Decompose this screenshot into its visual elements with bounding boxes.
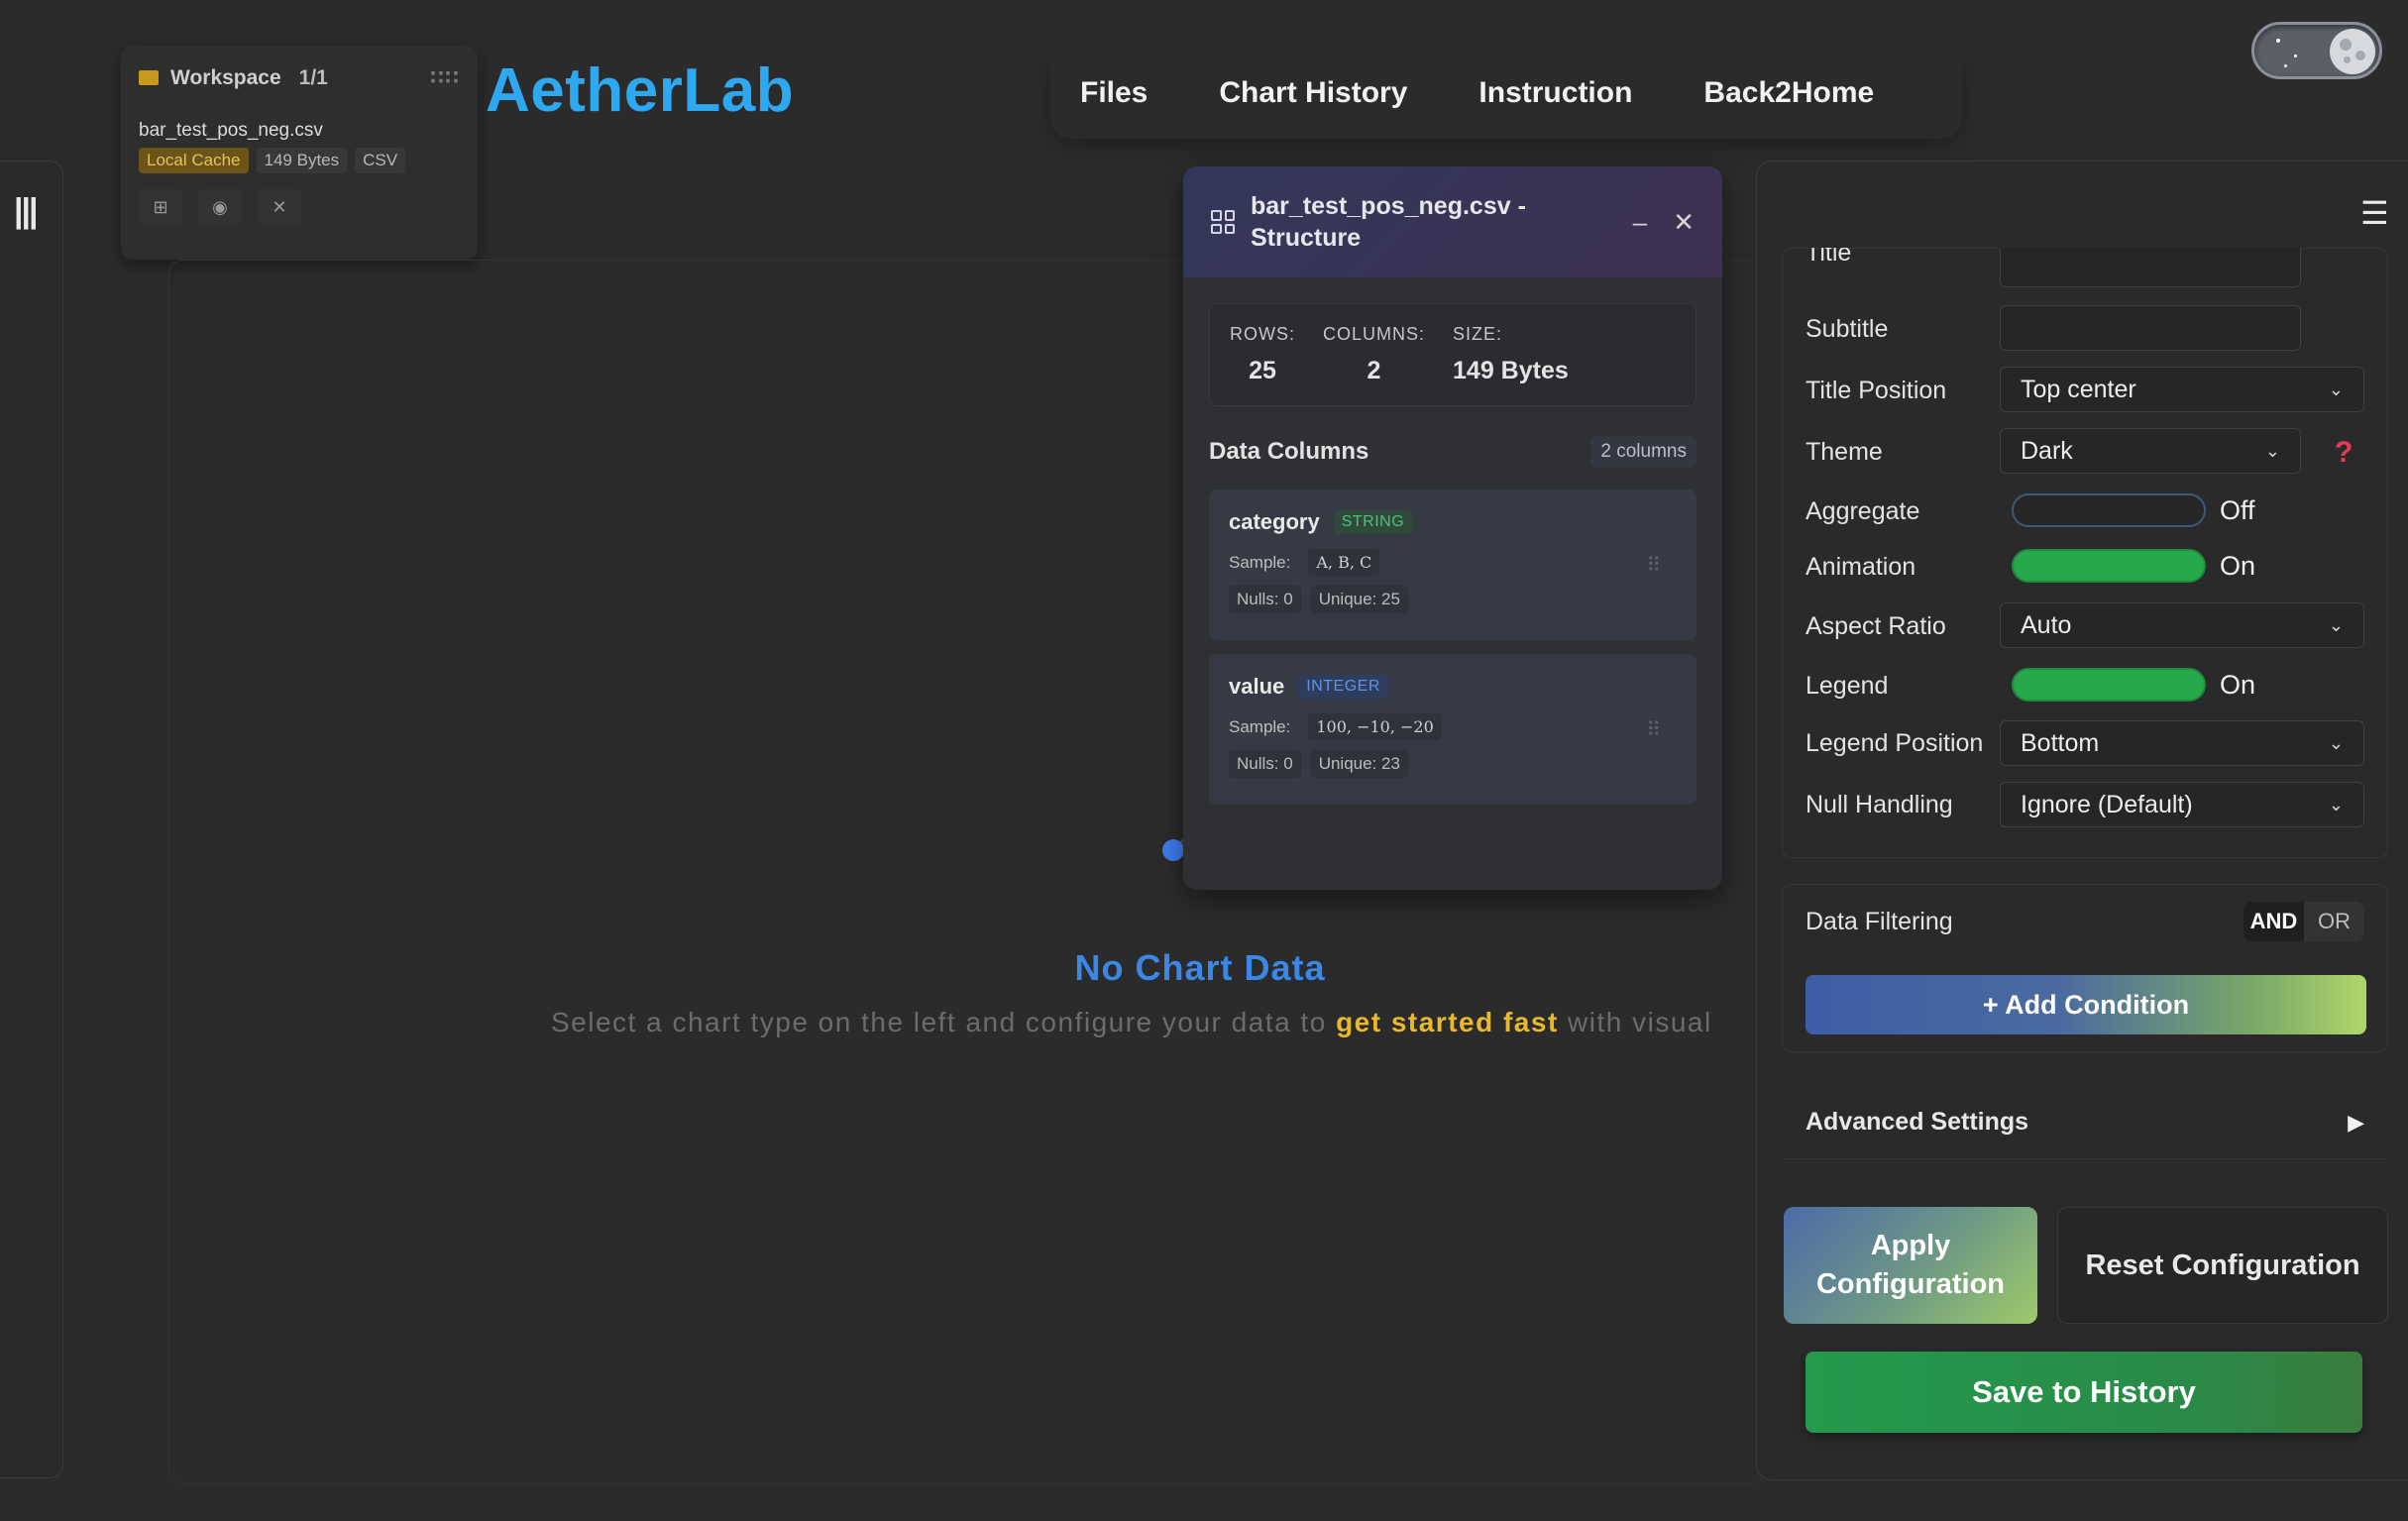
workspace-header: Workspace 1/1 ∷∷	[139, 65, 460, 90]
animation-label: Animation	[1806, 553, 1916, 581]
theme-label: Theme	[1806, 438, 1883, 466]
data-columns-heading: Data Columns	[1209, 438, 1369, 465]
title-position-select[interactable]: Top center ⌄	[2000, 367, 2364, 412]
advanced-settings-toggle[interactable]: Advanced Settings ▶	[1782, 1086, 2388, 1159]
drag-handle-icon[interactable]: ⠿	[1646, 717, 1661, 742]
minimize-icon[interactable]: –	[1633, 207, 1647, 238]
chevron-down-icon: ⌄	[2328, 732, 2344, 753]
close-icon[interactable]: ✕	[1673, 207, 1695, 238]
column-type-badge: STRING	[1333, 510, 1413, 534]
file-size-badge: 149 Bytes	[256, 148, 348, 173]
top-nav: Files Chart History Instruction Back2Hom…	[1080, 61, 1874, 125]
empty-state-subtitle: Select a chart type on the left and conf…	[551, 1007, 1712, 1037]
aggregate-toggle[interactable]	[2012, 493, 2206, 527]
nav-files[interactable]: Files	[1080, 76, 1148, 110]
apply-configuration-button[interactable]: Apply Configuration	[1784, 1207, 2037, 1324]
data-filtering-label: Data Filtering	[1806, 908, 1953, 935]
grid-icon	[1211, 210, 1235, 234]
grid-icon[interactable]: ⊞	[139, 189, 182, 225]
title-input[interactable]	[2000, 248, 2301, 287]
legend-toggle[interactable]	[2012, 668, 2206, 702]
aggregate-state: Off	[2220, 495, 2255, 525]
title-label: Title	[1806, 248, 1852, 264]
workspace-panel: Workspace 1/1 ∷∷ bar_test_pos_neg.csv Lo…	[121, 46, 478, 260]
advanced-settings-label: Advanced Settings	[1806, 1108, 2029, 1136]
legend-position-label: Legend Position	[1806, 729, 1984, 757]
help-icon[interactable]: ?	[2335, 436, 2353, 470]
aspect-ratio-select[interactable]: Auto ⌄	[2000, 602, 2364, 648]
nav-chart-history[interactable]: Chart History	[1219, 76, 1407, 110]
columns-count-badge: 2 columns	[1590, 436, 1697, 468]
chevron-down-icon: ⌄	[2328, 614, 2344, 635]
nulls-count: Nulls: 0	[1229, 750, 1301, 778]
structure-header[interactable]: bar_test_pos_neg.csv - Structure – ✕	[1183, 166, 1722, 277]
null-handling-select[interactable]: Ignore (Default) ⌄	[2000, 782, 2364, 827]
legend-state: On	[2220, 670, 2256, 700]
left-sidebar-rail	[0, 161, 63, 1478]
close-icon[interactable]: ✕	[258, 189, 301, 225]
moon-icon	[2330, 29, 2375, 74]
legend-position-select[interactable]: Bottom ⌄	[2000, 720, 2364, 766]
aspect-ratio-label: Aspect Ratio	[1806, 612, 1946, 640]
file-stats: ROWS: 25 COLUMNS: 2 SIZE: 149 Bytes	[1209, 303, 1697, 406]
column-card-value[interactable]: value INTEGER Sample: 100, −10, −20 Null…	[1209, 654, 1697, 805]
or-option[interactable]: OR	[2304, 902, 2364, 941]
chevron-down-icon: ⌄	[2264, 440, 2280, 461]
workspace-file-name[interactable]: bar_test_pos_neg.csv	[139, 120, 460, 142]
reset-configuration-button[interactable]: Reset Configuration	[2057, 1207, 2388, 1324]
animation-toggle[interactable]	[2012, 549, 2206, 583]
eye-icon[interactable]: ◉	[198, 189, 242, 225]
structure-panel: bar_test_pos_neg.csv - Structure – ✕ ROW…	[1183, 166, 1722, 890]
brand-logo[interactable]: AetherLab	[486, 55, 794, 126]
sample-values: A, B, C	[1308, 549, 1380, 576]
menu-icon[interactable]: ☰	[2360, 194, 2389, 232]
save-to-history-button[interactable]: Save to History	[1806, 1352, 2362, 1433]
and-or-switch[interactable]: AND OR	[2244, 902, 2364, 941]
nulls-count: Nulls: 0	[1229, 586, 1301, 613]
unique-count: Unique: 25	[1310, 586, 1408, 613]
sample-label: Sample:	[1229, 716, 1291, 736]
null-handling-label: Null Handling	[1806, 791, 1953, 818]
workspace-count: 1/1	[298, 65, 328, 89]
stat-columns: COLUMNS: 2	[1323, 324, 1426, 384]
workspace-title: Workspace	[170, 65, 281, 89]
structure-title: bar_test_pos_neg.csv - Structure	[1251, 191, 1526, 253]
legend-label: Legend	[1806, 672, 1889, 700]
chevron-down-icon: ⌄	[2328, 379, 2344, 399]
chevron-down-icon: ⌄	[2328, 794, 2344, 815]
nav-instruction[interactable]: Instruction	[1478, 76, 1632, 110]
title-position-label: Title Position	[1806, 377, 1947, 404]
animation-state: On	[2220, 551, 2256, 581]
chart-types-toggle-icon[interactable]: |||	[14, 192, 39, 231]
theme-toggle[interactable]	[2251, 22, 2382, 79]
aggregate-label: Aggregate	[1806, 497, 1920, 525]
column-type-badge: INTEGER	[1298, 675, 1388, 699]
column-card-category[interactable]: category STRING Sample: A, B, C Nulls: 0…	[1209, 489, 1697, 640]
column-name: value	[1229, 674, 1285, 699]
local-cache-badge: Local Cache	[139, 148, 249, 173]
theme-select[interactable]: Dark ⌄	[2000, 428, 2301, 474]
add-condition-button[interactable]: + Add Condition	[1806, 975, 2366, 1034]
nav-back2home[interactable]: Back2Home	[1703, 76, 1874, 110]
sample-label: Sample:	[1229, 552, 1291, 572]
empty-state-highlight: get started fast	[1336, 1007, 1559, 1037]
sample-values: 100, −10, −20	[1308, 713, 1442, 740]
subtitle-label: Subtitle	[1806, 315, 1889, 343]
file-type-badge: CSV	[355, 148, 406, 173]
stat-rows: ROWS: 25	[1230, 324, 1295, 384]
column-name: category	[1229, 509, 1320, 534]
chevron-right-icon: ▶	[2348, 1109, 2364, 1135]
stat-size: SIZE: 149 Bytes	[1453, 324, 1569, 384]
drag-handle-icon[interactable]: ⠿	[1646, 553, 1661, 578]
drag-handle-icon[interactable]: ∷∷	[430, 65, 460, 90]
unique-count: Unique: 23	[1310, 750, 1408, 778]
and-option[interactable]: AND	[2244, 902, 2304, 941]
folder-icon	[139, 70, 159, 85]
subtitle-input[interactable]	[2000, 305, 2301, 351]
